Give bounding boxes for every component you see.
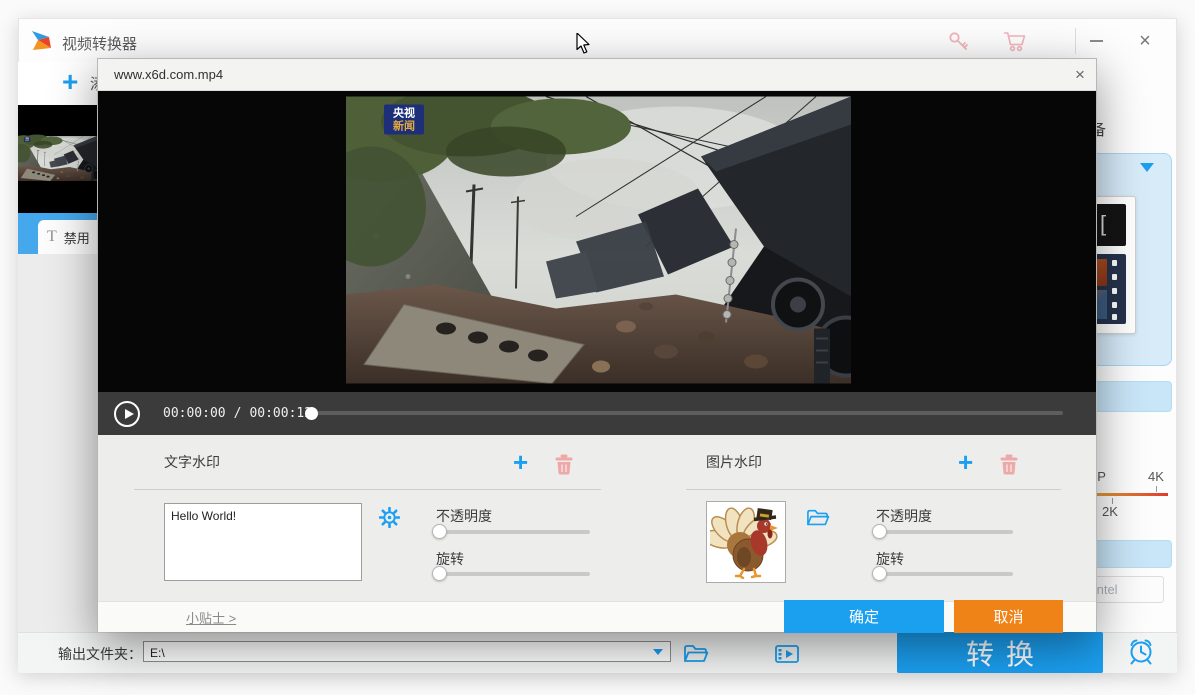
play-icon — [125, 409, 134, 419]
video-preview-area — [98, 91, 1096, 392]
add-files-plus-icon[interactable]: + — [62, 70, 78, 94]
seek-thumb[interactable] — [305, 407, 318, 420]
app-logo-icon — [28, 29, 52, 53]
video-thumbnail-image — [18, 110, 97, 207]
turkey-image — [710, 505, 782, 579]
player-bar: 00:00:00 / 00:00:12 — [98, 392, 1096, 435]
seek-bar[interactable] — [311, 411, 1063, 415]
resolution-label-right: 4K — [1148, 469, 1164, 484]
register-key-icon[interactable] — [947, 30, 969, 52]
section-divider — [686, 489, 1061, 490]
image-opacity-slider-thumb[interactable] — [872, 524, 887, 539]
time-separator: / — [234, 406, 242, 421]
cancel-button[interactable]: 取消 — [954, 600, 1063, 633]
image-opacity-slider[interactable] — [878, 530, 1013, 534]
watermark-dialog: www.x6d.com.mp4 × 00:00:00 / 00:00:12 文字… — [97, 58, 1097, 632]
image-opacity-label: 不透明度 — [876, 506, 932, 526]
format-dropdown-arrow-icon[interactable] — [1140, 163, 1154, 172]
tab-text-watermark-disabled[interactable]: T 禁用 — [38, 220, 98, 254]
combobox-arrow-icon[interactable] — [653, 649, 663, 655]
screen-bracket-glyph: [ — [1100, 213, 1106, 235]
video-preview-frame — [346, 96, 851, 384]
convert-button[interactable]: 转换 — [897, 632, 1103, 673]
text-rotate-slider[interactable] — [438, 572, 590, 576]
titlebar-divider — [1075, 28, 1076, 54]
locate-output-file-icon[interactable] — [774, 642, 800, 666]
open-output-folder-icon[interactable] — [683, 642, 709, 666]
add-text-watermark-button[interactable]: + — [513, 451, 528, 473]
delete-text-watermark-icon[interactable] — [555, 454, 573, 475]
window-close-button[interactable]: × — [1131, 28, 1159, 54]
dialog-footer — [98, 601, 1096, 632]
text-style-gear-icon[interactable] — [379, 507, 400, 528]
browse-image-folder-icon[interactable] — [805, 507, 831, 529]
duration: 00:00:12 — [249, 406, 312, 421]
tips-link[interactable]: 小贴士 > — [186, 608, 236, 627]
dialog-title: www.x6d.com.mp4 — [114, 67, 223, 82]
text-watermark-title: 文字水印 — [164, 452, 220, 472]
output-path-input[interactable] — [148, 643, 632, 662]
output-path-combobox[interactable] — [143, 641, 671, 662]
output-folder-label: 输出文件夹： — [58, 644, 142, 664]
minimize-button[interactable] — [1083, 30, 1109, 52]
shop-cart-icon[interactable] — [1003, 29, 1029, 53]
ok-button[interactable]: 确定 — [784, 600, 944, 633]
section-divider — [134, 489, 601, 490]
image-rotate-slider-thumb[interactable] — [872, 566, 887, 581]
tab-label: 禁用 — [64, 228, 90, 247]
play-button[interactable] — [114, 401, 140, 427]
delete-image-watermark-icon[interactable] — [1000, 454, 1018, 475]
current-time: 00:00:00 — [163, 406, 226, 421]
resolution-label-mid: 2K — [1102, 504, 1118, 519]
video-thumbnail[interactable] — [18, 105, 97, 213]
image-rotate-slider[interactable] — [878, 572, 1013, 576]
text-opacity-slider[interactable] — [438, 530, 590, 534]
text-opacity-slider-thumb[interactable] — [432, 524, 447, 539]
image-watermark-preview[interactable] — [706, 501, 786, 583]
text-tool-icon: T — [47, 228, 57, 246]
mouse-cursor — [576, 33, 594, 55]
app-title: 视频转换器 — [62, 33, 137, 54]
text-rotate-slider-thumb[interactable] — [432, 566, 447, 581]
time-display: 00:00:00 / 00:00:12 — [163, 406, 312, 421]
add-image-watermark-button[interactable]: + — [958, 451, 973, 473]
schedule-alarm-icon[interactable] — [1126, 636, 1156, 666]
dialog-close-button[interactable]: × — [1066, 63, 1094, 87]
text-opacity-label: 不透明度 — [436, 506, 492, 526]
minimize-icon — [1090, 40, 1103, 42]
dialog-header: www.x6d.com.mp4 × — [98, 59, 1096, 91]
text-watermark-input[interactable]: Hello World! — [164, 503, 362, 581]
left-panel-area — [18, 254, 97, 632]
image-watermark-title: 图片水印 — [706, 452, 762, 472]
resolution-tick — [1156, 486, 1157, 492]
